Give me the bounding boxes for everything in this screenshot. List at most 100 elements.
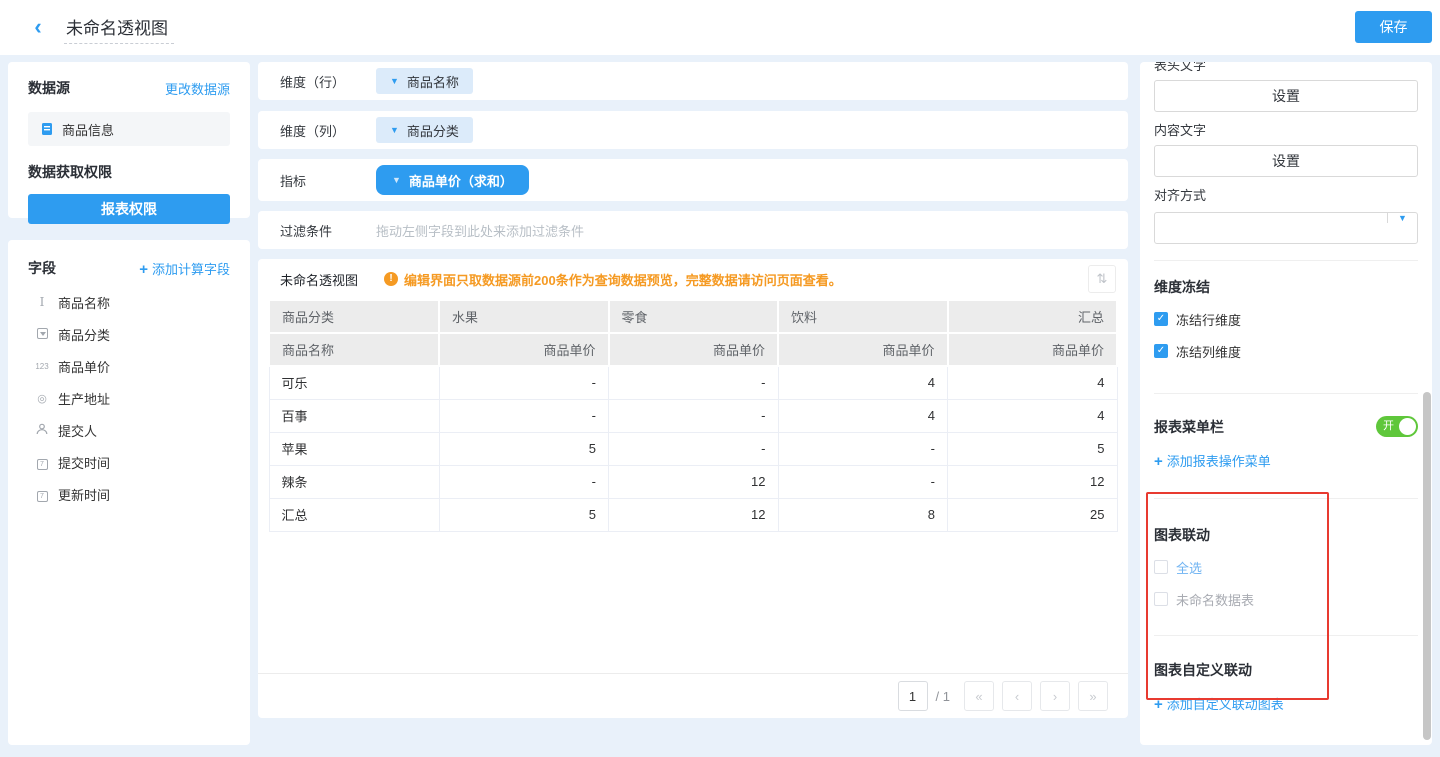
plus-icon: +: [1154, 453, 1163, 470]
report-menu-title: 报表菜单栏: [1154, 417, 1224, 437]
add-custom-linkage-link[interactable]: +添加自定义联动图表: [1154, 694, 1418, 713]
field-label: 生产地址: [58, 389, 110, 408]
sort-button[interactable]: ⇅: [1088, 265, 1116, 293]
checkbox-unchecked[interactable]: [1154, 592, 1168, 606]
table-row-total: 汇总 5 12 8 25: [269, 498, 1117, 531]
col-dimension-tag[interactable]: ▼ 商品分类: [376, 117, 473, 143]
table-cell: 4: [778, 366, 948, 399]
checkbox-label: 冻结列维度: [1176, 342, 1241, 361]
calendar-icon: 7: [34, 486, 50, 502]
header-text-settings-button[interactable]: 设置: [1154, 80, 1418, 112]
datasource-title: 数据源: [28, 78, 70, 98]
metric-label: 指标: [280, 171, 376, 190]
freeze-row-option[interactable]: ✓ 冻结行维度: [1154, 311, 1418, 327]
custom-linkage-title: 图表自定义联动: [1154, 660, 1418, 680]
table-row: 可乐 - - 4 4: [269, 366, 1117, 399]
header-cell: 商品单价: [778, 333, 948, 366]
field-item-price[interactable]: 123 商品单价: [28, 358, 230, 374]
chevron-down-icon: ▼: [392, 175, 401, 185]
field-item-address[interactable]: ◎ 生产地址: [28, 390, 230, 406]
content-text-settings-button[interactable]: 设置: [1154, 145, 1418, 177]
freeze-col-option[interactable]: ✓ 冻结列维度: [1154, 343, 1418, 359]
document-icon: [40, 122, 54, 136]
table-row: 百事 - - 4 4: [269, 399, 1117, 432]
checkbox-label: 未命名数据表: [1176, 590, 1254, 609]
metric-tag[interactable]: ▼ 商品单价（求和）: [376, 165, 529, 195]
filter-dropzone[interactable]: 拖动左侧字段到此处来添加过滤条件: [376, 221, 584, 240]
table-header-row: 商品分类 水果 零食 饮料 汇总: [269, 300, 1117, 333]
next-page-button[interactable]: ›: [1040, 681, 1070, 711]
table-cell: -: [439, 366, 609, 399]
last-page-button[interactable]: »: [1078, 681, 1108, 711]
fields-panel: 字段 +添加计算字段 I 商品名称 商品分类 123 商品单价 ◎ 生产地址 提…: [8, 240, 250, 745]
pivot-preview-card: 未命名透视图 ! 编辑界面只取数据源前200条作为查询数据预览，完整数据请访问页…: [258, 259, 1128, 718]
table-cell: -: [439, 465, 609, 498]
warning-icon: !: [384, 272, 398, 286]
header-cell: 商品名称: [269, 333, 439, 366]
table-cell: -: [439, 399, 609, 432]
field-item-submit-time[interactable]: 7 提交时间: [28, 454, 230, 470]
field-label: 商品分类: [58, 325, 110, 344]
col-dimension-section: 维度（列） ▼ 商品分类: [258, 111, 1128, 149]
table-cell: -: [609, 432, 779, 465]
linkage-select-all-option[interactable]: 全选: [1154, 559, 1418, 575]
checkbox-label: 全选: [1176, 558, 1202, 577]
alignment-select[interactable]: ▼: [1154, 212, 1418, 244]
metric-section: 指标 ▼ 商品单价（求和）: [258, 159, 1128, 201]
table-cell: 5: [439, 498, 609, 531]
table-cell: 5: [948, 432, 1118, 465]
pagination-bar: / 1 « ‹ › »: [258, 673, 1128, 718]
page-title[interactable]: 未命名透视图: [64, 12, 174, 44]
top-bar: ‹ 未命名透视图 保存: [0, 0, 1440, 55]
first-page-button[interactable]: «: [964, 681, 994, 711]
add-calc-field-link[interactable]: +添加计算字段: [139, 259, 230, 278]
report-permission-button[interactable]: 报表权限: [28, 194, 230, 224]
field-item-category[interactable]: 商品分类: [28, 326, 230, 342]
back-icon[interactable]: ‹: [28, 18, 48, 38]
calendar-icon: 7: [34, 454, 50, 470]
table-cell: 12: [609, 465, 779, 498]
page-total: / 1: [936, 689, 950, 704]
field-item-submitter[interactable]: 提交人: [28, 422, 230, 438]
header-text-label: 表头文字: [1154, 62, 1418, 74]
table-header-row: 商品名称 商品单价 商品单价 商品单价 商品单价: [269, 333, 1117, 366]
style-settings-panel: 表头文字 设置 内容文字 设置 对齐方式 ▼ 维度冻结 ✓ 冻结行维度 ✓ 冻结…: [1140, 62, 1432, 745]
table-cell: 12: [609, 498, 779, 531]
table-row: 苹果 5 - - 5: [269, 432, 1117, 465]
row-dimension-label: 维度（行）: [280, 72, 376, 91]
checkbox-checked[interactable]: ✓: [1154, 344, 1168, 358]
user-icon: [34, 423, 50, 438]
change-datasource-link[interactable]: 更改数据源: [165, 79, 230, 98]
select-field-icon: [34, 327, 50, 342]
linkage-datatable-option[interactable]: 未命名数据表: [1154, 591, 1418, 607]
checkbox-label: 冻结行维度: [1176, 310, 1241, 329]
alignment-label: 对齐方式: [1154, 185, 1418, 204]
field-item-update-time[interactable]: 7 更新时间: [28, 486, 230, 502]
page-number-input[interactable]: [898, 681, 928, 711]
header-cell: 商品单价: [439, 333, 609, 366]
toggle-knob: [1399, 418, 1416, 435]
toggle-on-label: 开: [1383, 420, 1394, 433]
table-cell: 苹果: [269, 432, 439, 465]
row-dimension-tag[interactable]: ▼ 商品名称: [376, 68, 473, 94]
report-menu-toggle[interactable]: 开: [1376, 416, 1418, 437]
field-item-name[interactable]: I 商品名称: [28, 294, 230, 310]
save-button[interactable]: 保存: [1355, 11, 1432, 43]
divider: [1154, 498, 1418, 499]
col-dimension-label: 维度（列）: [280, 121, 376, 140]
header-cell: 汇总: [948, 300, 1118, 333]
datasource-item[interactable]: 商品信息: [28, 112, 230, 146]
text-field-icon: I: [34, 295, 50, 309]
prev-page-button[interactable]: ‹: [1002, 681, 1032, 711]
add-report-menu-link[interactable]: +添加报表操作菜单: [1154, 451, 1418, 470]
header-cell: 商品单价: [609, 333, 779, 366]
chevron-down-icon: ▼: [390, 125, 399, 135]
divider: [1154, 635, 1418, 636]
checkbox-unchecked[interactable]: [1154, 560, 1168, 574]
header-cell: 饮料: [778, 300, 948, 333]
chevron-down-icon: ▼: [1387, 213, 1417, 223]
scrollbar-thumb[interactable]: [1423, 392, 1431, 740]
table-cell: 5: [439, 432, 609, 465]
checkbox-checked[interactable]: ✓: [1154, 312, 1168, 326]
table-cell: 可乐: [269, 366, 439, 399]
